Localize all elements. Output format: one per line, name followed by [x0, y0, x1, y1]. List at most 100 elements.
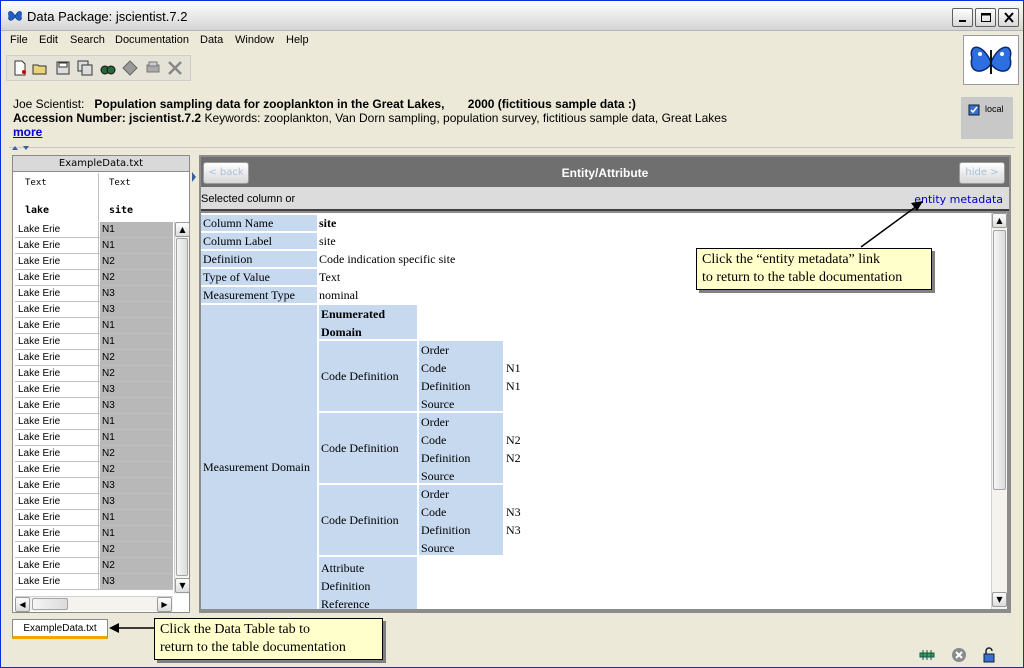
site-cell[interactable]: N1 [100, 526, 173, 541]
hide-button[interactable]: hide > [959, 162, 1005, 184]
scroll-up-button[interactable]: ▲ [175, 222, 190, 237]
table-row[interactable]: Lake Erie N1 [15, 526, 173, 542]
lake-cell[interactable]: Lake Erie [15, 334, 99, 349]
table-vertical-scrollbar[interactable]: ▲ ▼ [174, 222, 190, 594]
more-link[interactable]: more [13, 125, 42, 139]
table-row[interactable]: Lake Erie N2 [15, 558, 173, 574]
scroll-right-button[interactable]: ▶ [157, 597, 172, 612]
lake-cell[interactable]: Lake Erie [15, 574, 99, 589]
site-cell[interactable]: N1 [100, 318, 173, 333]
lake-cell[interactable]: Lake Erie [15, 318, 99, 333]
site-cell[interactable]: N1 [100, 238, 173, 253]
lake-cell[interactable]: Lake Erie [15, 366, 99, 381]
lake-cell[interactable]: Lake Erie [15, 238, 99, 253]
lake-cell[interactable]: Lake Erie [15, 254, 99, 269]
scroll-thumb[interactable] [176, 238, 188, 576]
table-row[interactable]: Lake Erie N2 [15, 446, 173, 462]
panel-collapse-icon[interactable] [191, 171, 197, 183]
table-row[interactable]: Lake Erie N3 [15, 574, 173, 590]
menu-help[interactable]: Help [286, 34, 309, 46]
horizontal-scroll-thumb[interactable] [32, 598, 68, 610]
lake-cell[interactable]: Lake Erie [15, 446, 99, 461]
table-row[interactable]: Lake Erie N3 [15, 286, 173, 302]
site-cell[interactable]: N3 [100, 398, 173, 413]
site-cell[interactable]: N2 [100, 558, 173, 573]
tools-icon[interactable] [167, 60, 183, 76]
lake-cell[interactable]: Lake Erie [15, 430, 99, 445]
site-cell[interactable]: N3 [100, 286, 173, 301]
lake-cell[interactable]: Lake Erie [15, 302, 99, 317]
column-header-site[interactable]: Text site [99, 173, 173, 221]
table-row[interactable]: Lake Erie N1 [15, 238, 173, 254]
details-scroll-down-button[interactable]: ▼ [992, 592, 1007, 607]
site-cell[interactable]: N2 [100, 542, 173, 557]
lake-cell[interactable]: Lake Erie [15, 398, 99, 413]
table-row[interactable]: Lake Erie N3 [15, 302, 173, 318]
collapse-arrows-icon[interactable] [11, 145, 33, 151]
lake-cell[interactable]: Lake Erie [15, 270, 99, 285]
site-cell[interactable]: N3 [100, 574, 173, 589]
close-button[interactable] [998, 8, 1019, 27]
table-row[interactable]: Lake Erie N2 [15, 366, 173, 382]
table-row[interactable]: Lake Erie N1 [15, 334, 173, 350]
site-cell[interactable]: N3 [100, 478, 173, 493]
title-bar[interactable]: Data Package: jscientist.7.2 [1, 1, 1023, 31]
print-icon[interactable] [145, 60, 161, 76]
table-row[interactable]: Lake Erie N2 [15, 350, 173, 366]
scroll-left-button[interactable]: ◀ [15, 597, 30, 612]
table-row[interactable]: Lake Erie N2 [15, 462, 173, 478]
menu-documentation[interactable]: Documentation [115, 34, 189, 46]
details-vertical-scrollbar[interactable]: ▲ ▼ [991, 213, 1007, 609]
minimize-button[interactable] [952, 8, 973, 27]
lake-cell[interactable]: Lake Erie [15, 558, 99, 573]
lake-cell[interactable]: Lake Erie [15, 526, 99, 541]
lake-cell[interactable]: Lake Erie [15, 414, 99, 429]
table-row[interactable]: Lake Erie N3 [15, 382, 173, 398]
table-row[interactable]: Lake Erie N3 [15, 494, 173, 510]
data-table-tab[interactable]: ExampleData.txt [12, 619, 108, 639]
lake-cell[interactable]: Lake Erie [15, 382, 99, 397]
site-cell[interactable]: N2 [100, 270, 173, 285]
site-cell[interactable]: N1 [100, 430, 173, 445]
lake-cell[interactable]: Lake Erie [15, 350, 99, 365]
open-folder-icon[interactable] [32, 60, 48, 76]
site-cell[interactable]: N2 [100, 446, 173, 461]
menu-window[interactable]: Window [235, 34, 274, 46]
network-status-icon[interactable] [919, 647, 935, 663]
site-cell[interactable]: N3 [100, 302, 173, 317]
network-icon[interactable] [122, 60, 138, 76]
site-cell[interactable]: N2 [100, 366, 173, 381]
site-cell[interactable]: N2 [100, 350, 173, 365]
table-horizontal-scrollbar[interactable]: ◀ ▶ [15, 596, 173, 612]
table-row[interactable]: Lake Erie N1 [15, 222, 173, 238]
lake-cell[interactable]: Lake Erie [15, 542, 99, 557]
save-as-icon[interactable] [77, 60, 93, 76]
lake-cell[interactable]: Lake Erie [15, 510, 99, 525]
menu-search[interactable]: Search [70, 34, 105, 46]
site-cell[interactable]: N2 [100, 462, 173, 477]
site-cell[interactable]: N3 [100, 494, 173, 509]
site-cell[interactable]: N1 [100, 414, 173, 429]
lake-cell[interactable]: Lake Erie [15, 222, 99, 237]
maximize-button[interactable] [975, 8, 996, 27]
table-row[interactable]: Lake Erie N1 [15, 318, 173, 334]
splitter[interactable] [9, 145, 1015, 151]
details-scroll-thumb[interactable] [993, 230, 1006, 490]
menu-data[interactable]: Data [200, 34, 223, 46]
column-header-lake[interactable]: Text lake [15, 173, 99, 221]
lake-cell[interactable]: Lake Erie [15, 494, 99, 509]
table-row[interactable]: Lake Erie N2 [15, 542, 173, 558]
lake-cell[interactable]: Lake Erie [15, 462, 99, 477]
table-row[interactable]: Lake Erie N2 [15, 270, 173, 286]
new-package-icon[interactable] [12, 60, 28, 76]
menu-edit[interactable]: Edit [39, 34, 58, 46]
site-cell[interactable]: N2 [100, 254, 173, 269]
menu-file[interactable]: File [10, 34, 28, 46]
lake-cell[interactable]: Lake Erie [15, 478, 99, 493]
search-binoculars-icon[interactable] [100, 60, 116, 76]
site-cell[interactable]: N1 [100, 510, 173, 525]
table-row[interactable]: Lake Erie N2 [15, 254, 173, 270]
details-scroll-up-button[interactable]: ▲ [992, 213, 1007, 228]
site-cell[interactable]: N1 [100, 334, 173, 349]
scroll-down-button[interactable]: ▼ [175, 578, 190, 593]
